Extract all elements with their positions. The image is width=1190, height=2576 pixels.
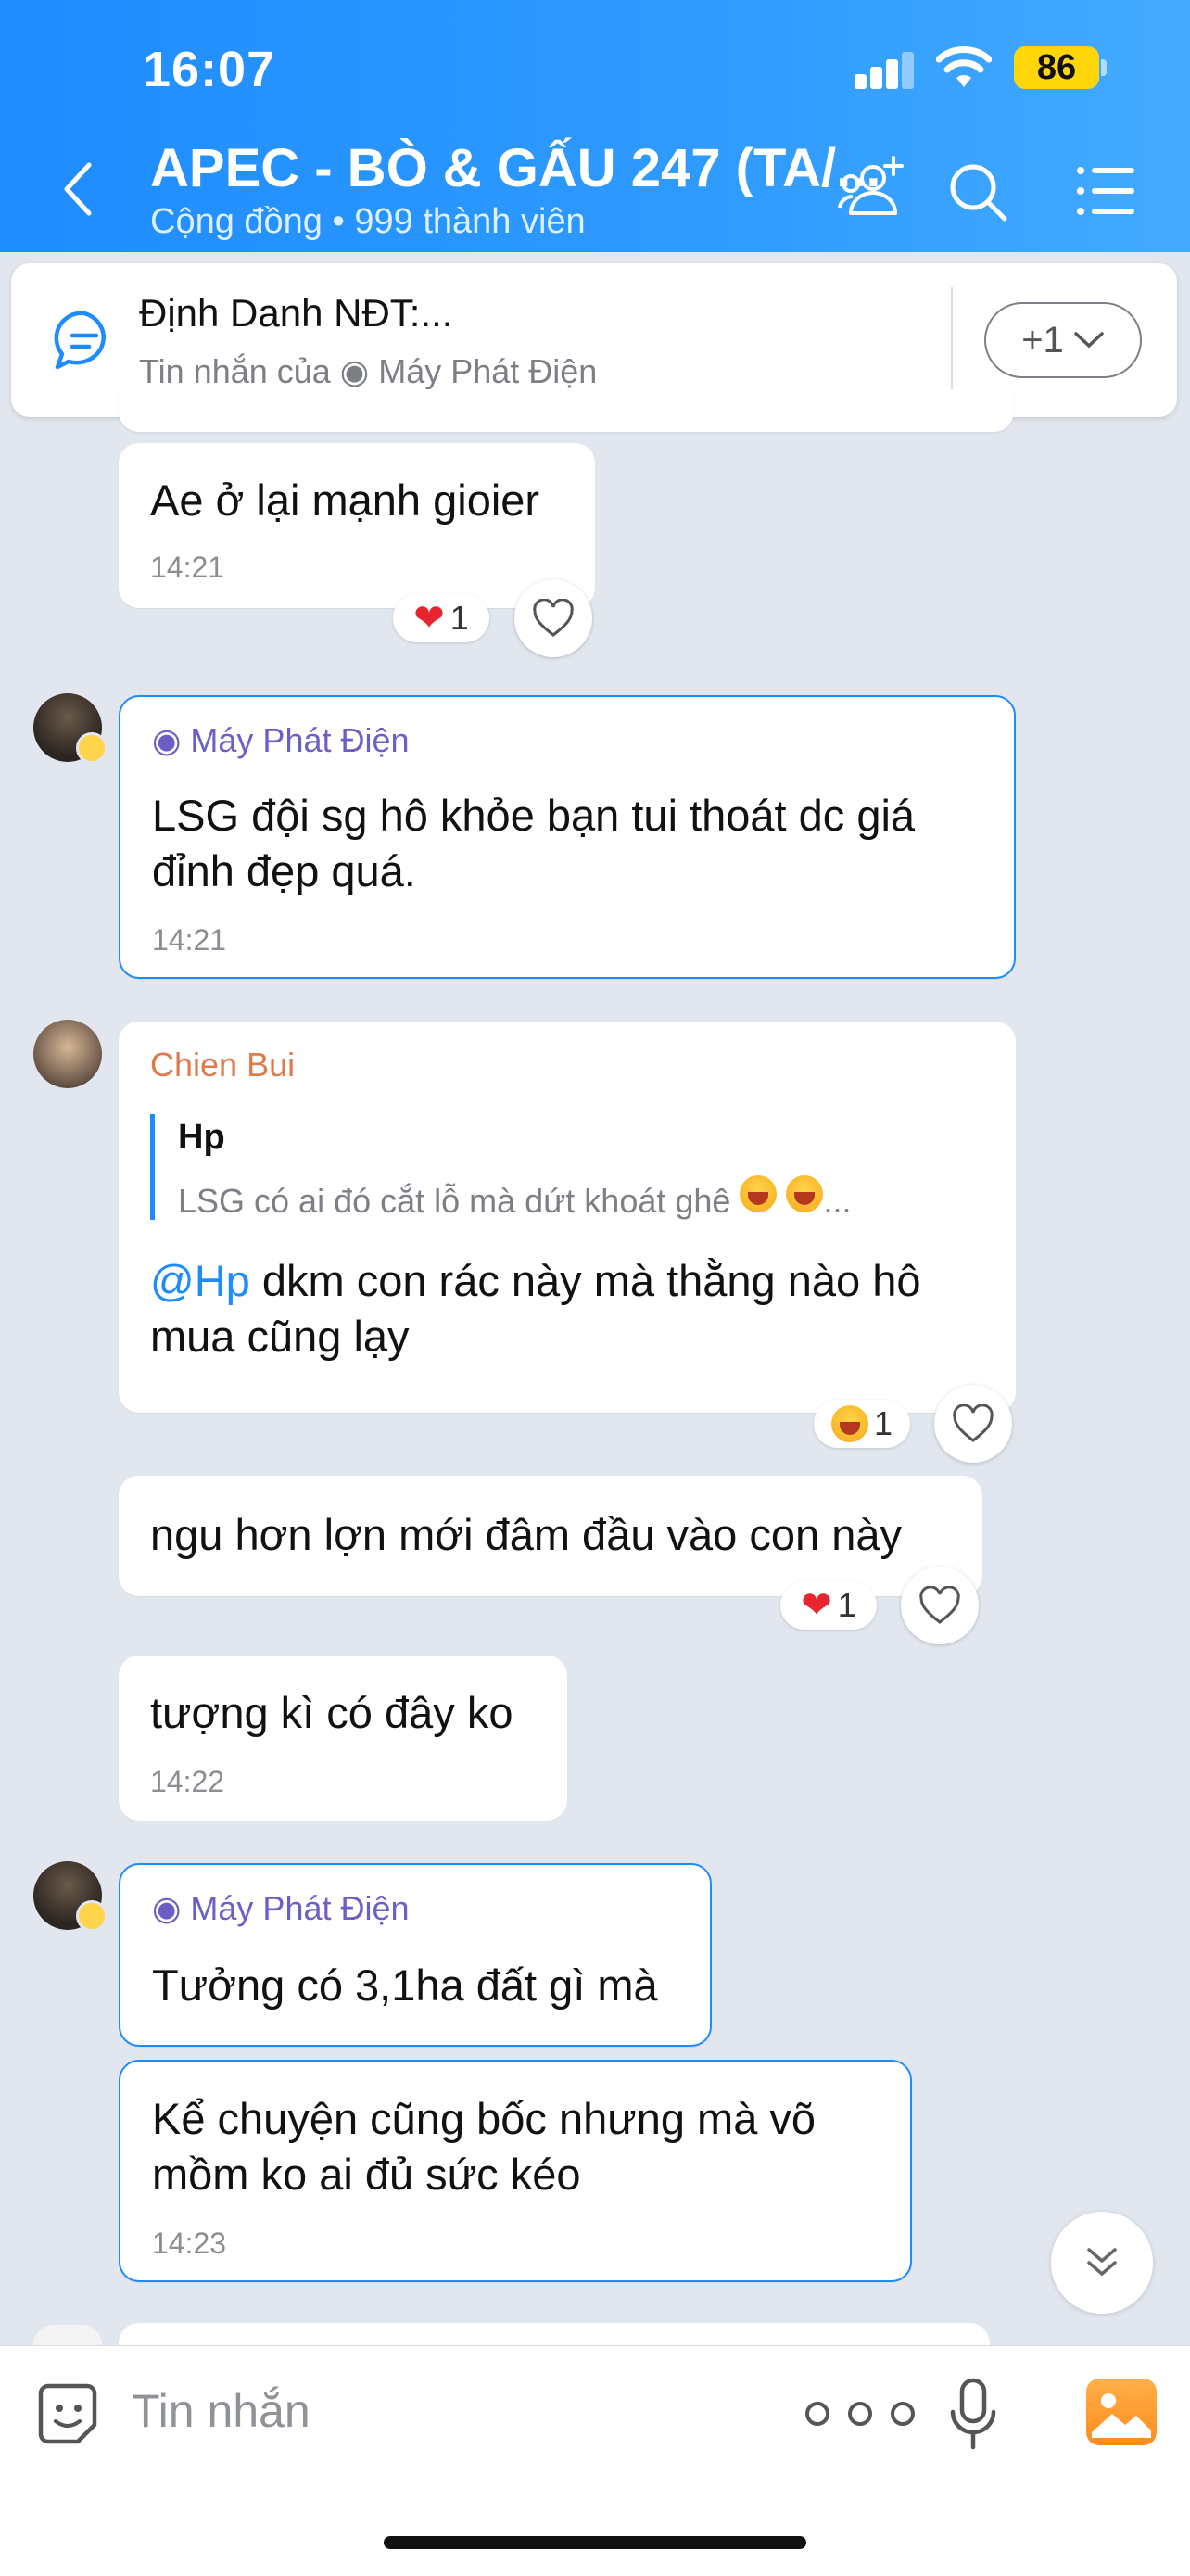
reaction-count: 1 [873, 1404, 893, 1442]
chat-header: 16:07 86 APEC - BÒ & GẤU 247 (TA/... Cộn… [0, 0, 1190, 252]
status-time: 16:07 [143, 42, 276, 97]
mic-icon[interactable] [949, 2377, 997, 2451]
message-text-line1: Kể chuyện cũng bốc nhưng mà võ [152, 2094, 817, 2143]
message-text-line1: LSG đội sg hô khỏe bạn tui thoát dc giá [152, 791, 916, 840]
battery-indicator: 86 [1014, 46, 1099, 89]
key-badge-icon [76, 732, 108, 764]
message-bubble[interactable]: tượng kì có đây ko 14:22 [119, 1656, 567, 1821]
search-icon[interactable] [947, 161, 1008, 222]
mention-link[interactable]: @Hp [150, 1256, 250, 1305]
message-time: 14:22 [150, 1765, 225, 1798]
sender-name: ◉ Máy Phát Điện [152, 1889, 410, 1927]
laughing-emoji-icon [786, 1175, 824, 1212]
react-heart-button[interactable] [901, 1567, 979, 1644]
react-heart-button[interactable] [934, 1385, 1012, 1463]
more-icon[interactable] [799, 2397, 921, 2430]
key-badge-icon [76, 1900, 108, 1932]
group-title[interactable]: APEC - BÒ & GẤU 247 (TA/... [150, 137, 880, 199]
reaction-pill[interactable]: ❤ 1 [393, 594, 489, 642]
heart-icon: ❤ [801, 1585, 832, 1626]
battery-tip [1101, 59, 1107, 76]
message-text: Ae ở lại mạnh gioier [150, 476, 540, 525]
message-text-line2: mồm ko ai đủ sức kéo [152, 2150, 581, 2199]
message-text-line2: mua cũng lạy [150, 1312, 410, 1361]
quote-text-content: LSG có ai đó cắt lỗ mà dứt khoát ghê [178, 1182, 731, 1220]
back-icon[interactable] [59, 159, 96, 219]
heart-icon [533, 599, 574, 637]
message-text: ngu hơn lợn mới đâm đầu vào con này [150, 1510, 902, 1559]
message-input[interactable]: Tin nhắn [132, 2384, 310, 2438]
message-time: 14:23 [152, 2227, 227, 2260]
message-bubble[interactable]: Chien Bui Hp LSG có ai đó cắt lỗ mà dứt … [119, 1022, 1016, 1413]
heart-icon: ❤ [413, 598, 445, 639]
message-bubble[interactable]: Ae ở lại mạnh gioier 14:21 [119, 443, 595, 608]
reaction-pill[interactable]: 1 [814, 1400, 910, 1448]
chat-icon [54, 311, 106, 370]
message-bubble-partial [119, 389, 1014, 432]
quote-text[interactable]: LSG có ai đó cắt lỗ mà dứt khoát ghê ... [178, 1175, 852, 1221]
reaction-pill[interactable]: ❤ 1 [780, 1581, 877, 1630]
menu-icon[interactable] [1075, 165, 1136, 217]
sender-name: ◉ Máy Phát Điện [152, 721, 410, 759]
quote-ellipsis: ... [823, 1182, 852, 1220]
message-text-line1: @Hp dkm con rác này mà thằng nào hô [150, 1253, 921, 1309]
double-chevron-down-icon [1087, 2248, 1117, 2276]
wifi-icon [936, 46, 992, 87]
scroll-to-bottom-button[interactable] [1051, 2212, 1153, 2314]
message-bubble[interactable]: Kể chuyện cũng bốc nhưng mà võ mồm ko ai… [119, 2060, 912, 2282]
message-bubble[interactable]: ngu hơn lợn mới đâm đầu vào con này [119, 1476, 982, 1596]
pinned-more-label: +1 [1021, 319, 1064, 361]
message-text-line2: đỉnh đẹp quá. [152, 846, 416, 895]
message-bubble[interactable]: ◉ Máy Phát Điện Tưởng có 3,1ha đất gì mà [119, 1863, 712, 2047]
message-time: 14:21 [152, 923, 227, 957]
members-icon[interactable] [838, 156, 908, 217]
divider [951, 287, 953, 395]
heart-icon [953, 1404, 994, 1442]
laughing-emoji-icon [740, 1175, 778, 1212]
chevron-down-icon [1074, 332, 1104, 349]
pinned-subtitle: Tin nhắn của ◉ Máy Phát Điện [139, 352, 598, 390]
message-text: tượng kì có đây ko [150, 1688, 513, 1737]
pinned-title: Định Danh NĐT:... [139, 291, 453, 335]
avatar[interactable] [33, 2325, 102, 2345]
message-time: 14:21 [150, 551, 225, 584]
cellular-signal-icon [855, 52, 916, 89]
pinned-more-button[interactable]: +1 [984, 302, 1142, 378]
message-text: dkm con rác này mà thằng nào hô [249, 1256, 921, 1305]
reaction-count: 1 [449, 599, 469, 637]
image-icon[interactable] [1086, 2379, 1157, 2445]
group-subtitle: Cộng đồng • 999 thành viên [150, 202, 586, 241]
message-bubble[interactable]: ◉ Máy Phát Điện LSG đội sg hô khỏe bạn t… [119, 695, 1016, 979]
reaction-count: 1 [837, 1586, 856, 1624]
heart-icon [919, 1586, 960, 1624]
laughing-emoji-icon [830, 1405, 868, 1442]
message-text: Tưởng có 3,1ha đất gì mà [152, 1961, 658, 2010]
react-heart-button[interactable] [514, 579, 592, 657]
avatar[interactable] [33, 1020, 102, 1088]
quote-author: Hp [178, 1118, 225, 1157]
sender-name: Chien Bui [150, 1046, 296, 1084]
sticker-icon[interactable] [33, 2380, 102, 2449]
quote-bar [150, 1114, 155, 1220]
home-indicator [384, 2536, 806, 2549]
